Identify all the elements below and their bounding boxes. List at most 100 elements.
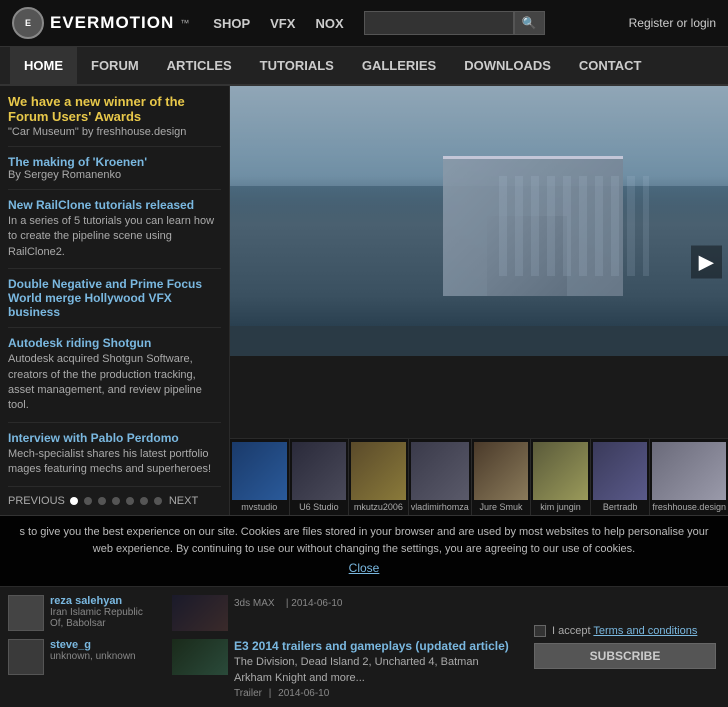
slider-dot-5[interactable] <box>140 497 148 505</box>
logo-icon: E <box>12 7 44 39</box>
user-info-0: reza salehyan Iran Islamic Republic Of, … <box>50 595 158 629</box>
thumb-3[interactable]: vladimirhomza <box>409 439 472 515</box>
subscribe-column: I accept Terms and conditions SUBSCRIBE <box>530 595 720 699</box>
news-title-2[interactable]: The making of 'Kroenen' <box>8 155 147 169</box>
thumb-4[interactable]: Jure Smuk <box>472 439 532 515</box>
news-subtitle-1: "Car Museum" by freshhouse.design <box>8 126 221 138</box>
thumb-label-5: kim jungin <box>533 502 588 512</box>
news-item-6: Interview with Pablo Perdomo Mech-specia… <box>8 431 221 487</box>
terms-checkbox[interactable] <box>534 625 546 637</box>
article-thumb-0 <box>172 595 228 631</box>
slider-dot-6[interactable] <box>154 497 162 505</box>
slider-next[interactable]: NEXT <box>169 495 198 507</box>
news-item-5: Autodesk riding Shotgun Autodesk acquire… <box>8 336 221 423</box>
thumb-label-7: freshhouse.design <box>652 502 726 512</box>
thumb-2[interactable]: mkutzu2006 <box>349 439 409 515</box>
user-name-0[interactable]: reza salehyan <box>50 595 158 607</box>
cookie-text: s to give you the best experience on our… <box>19 526 708 556</box>
nox-link[interactable]: NOX <box>315 16 343 31</box>
nav-home[interactable]: HOME <box>10 47 77 84</box>
thumb-5[interactable]: kim jungin <box>531 439 591 515</box>
article-desc-1: The Division, Dead Island 2, Uncharted 4… <box>234 655 516 686</box>
slider-prev[interactable]: PREVIOUS <box>8 495 65 507</box>
shop-link[interactable]: SHOP <box>213 16 250 31</box>
avatar-1 <box>8 639 44 675</box>
news-title-3[interactable]: New RailClone tutorials released <box>8 198 194 212</box>
register-login[interactable]: Register or login <box>629 16 716 30</box>
main-hero-image: ▶ <box>230 86 728 438</box>
user-item-0: reza salehyan Iran Islamic Republic Of, … <box>8 595 158 631</box>
user-loc-0: Iran Islamic Republic Of, Babolsar <box>50 607 158 629</box>
slider-dot-3[interactable] <box>112 497 120 505</box>
thumbnails-row: mvstudio U6 Studio mkutzu2006 vladimirho… <box>230 438 728 515</box>
logo-area: E EVERMOTION ™ <box>12 7 189 39</box>
news-desc-6: Mech-specialist shares his latest portfo… <box>8 447 221 478</box>
article-tag-1: Trailer <box>234 688 262 699</box>
nav-forum[interactable]: FORUM <box>77 47 153 84</box>
news-desc-3: In a series of 5 tutorials you can learn… <box>8 214 221 260</box>
news-title-1[interactable]: We have a new winner of the Forum Users'… <box>8 94 185 124</box>
thumb-label-3: vladimirhomza <box>411 502 469 512</box>
thumb-6[interactable]: Bertradb <box>591 439 651 515</box>
thumb-label-6: Bertradb <box>593 502 648 512</box>
news-desc-5: Autodesk acquired Shotgun Software, crea… <box>8 352 221 414</box>
news-item-4: Double Negative and Prime Focus World me… <box>8 277 221 328</box>
slider-dot-2[interactable] <box>98 497 106 505</box>
user-info-1: steve_g unknown, unknown <box>50 639 136 662</box>
content-area: We have a new winner of the Forum Users'… <box>0 86 728 515</box>
avatar-0 <box>8 595 44 631</box>
article-item-1: E3 2014 trailers and gameplays (updated … <box>172 639 516 699</box>
thumb-1[interactable]: U6 Studio <box>290 439 350 515</box>
nav-articles[interactable]: ARTICLES <box>153 47 246 84</box>
header-nav: SHOP VFX NOX <box>213 16 343 31</box>
bottom-section: reza salehyan Iran Islamic Republic Of, … <box>0 586 728 707</box>
article-sep-1: | <box>269 688 272 699</box>
news-author-2: By Sergey Romanenko <box>8 169 221 181</box>
thumb-label-0: mvstudio <box>232 502 287 512</box>
terms-link[interactable]: Terms and conditions <box>593 625 697 637</box>
news-item-1: We have a new winner of the Forum Users'… <box>8 94 221 147</box>
nav-tutorials[interactable]: TUTORIALS <box>246 47 348 84</box>
article-title-1[interactable]: E3 2014 trailers and gameplays (updated … <box>234 639 509 653</box>
news-item-2: The making of 'Kroenen' By Sergey Romane… <box>8 155 221 190</box>
slider-dot-1[interactable] <box>84 497 92 505</box>
close-cookie-button[interactable]: Close <box>349 561 380 575</box>
logo-tm: ™ <box>180 18 189 28</box>
thumb-0[interactable]: mvstudio <box>230 439 290 515</box>
slider-dot-4[interactable] <box>126 497 134 505</box>
thumb-7[interactable]: freshhouse.design <box>650 439 728 515</box>
subscribe-button[interactable]: SUBSCRIBE <box>534 643 716 669</box>
cookie-bar: s to give you the best experience on our… <box>0 515 728 587</box>
nav-galleries[interactable]: GALLERIES <box>348 47 450 84</box>
news-title-4[interactable]: Double Negative and Prime Focus World me… <box>8 277 202 319</box>
vfx-link[interactable]: VFX <box>270 16 295 31</box>
left-panel: We have a new winner of the Forum Users'… <box>0 86 230 515</box>
news-title-5[interactable]: Autodesk riding Shotgun <box>8 336 151 350</box>
users-column: reza salehyan Iran Islamic Republic Of, … <box>8 595 158 699</box>
article-item-0: 3ds MAX | 2014-06-10 <box>172 595 516 631</box>
slider-arrow-right[interactable]: ▶ <box>691 245 722 278</box>
user-item-1: steve_g unknown, unknown <box>8 639 158 675</box>
slider-controls: PREVIOUS NEXT <box>8 495 221 507</box>
thumb-label-2: mkutzu2006 <box>351 502 406 512</box>
user-loc-1: unknown, unknown <box>50 651 136 662</box>
main-image-column: ▶ mvstudio U6 Studio mkutzu2006 vladimir… <box>230 86 728 515</box>
thumb-label-1: U6 Studio <box>292 502 347 512</box>
user-name-1[interactable]: steve_g <box>50 639 136 651</box>
header: E EVERMOTION ™ SHOP VFX NOX 🔍 Register o… <box>0 0 728 47</box>
thumb-label-4: Jure Smuk <box>474 502 529 512</box>
article-meta-1: Trailer | 2014-06-10 <box>234 688 516 699</box>
logo-text: EVERMOTION <box>50 13 174 33</box>
nav-downloads[interactable]: DOWNLOADS <box>450 47 565 84</box>
article-thumb-1 <box>172 639 228 675</box>
main-nav: HOME FORUM ARTICLES TUTORIALS GALLERIES … <box>0 47 728 86</box>
subscribe-row: I accept Terms and conditions <box>534 625 716 637</box>
slider-dot-0[interactable] <box>70 497 78 505</box>
search-input[interactable] <box>364 11 514 35</box>
news-title-6[interactable]: Interview with Pablo Perdomo <box>8 431 179 445</box>
news-item-3: New RailClone tutorials released In a se… <box>8 198 221 269</box>
search-button[interactable]: 🔍 <box>514 11 545 35</box>
header-search-area: 🔍 <box>364 11 545 35</box>
article-date-1: 2014-06-10 <box>278 688 329 699</box>
nav-contact[interactable]: CONTACT <box>565 47 656 84</box>
